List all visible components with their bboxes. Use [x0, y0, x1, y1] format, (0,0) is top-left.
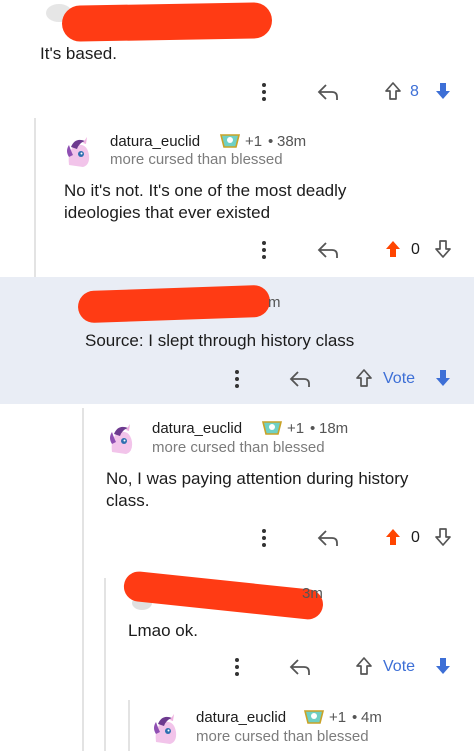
downvote-icon[interactable] — [432, 237, 454, 261]
comment-body-line-2: class. — [106, 491, 150, 510]
more-vertical-icon[interactable] — [256, 80, 272, 104]
meta-separator: • — [268, 133, 274, 150]
vote-count: 8 — [410, 83, 419, 100]
comment-username[interactable]: datura_euclid — [196, 709, 286, 726]
award-flair-icon — [219, 131, 241, 151]
reply-icon[interactable] — [316, 238, 340, 262]
comment-body-line-1: No, I was paying attention during histor… — [106, 469, 409, 488]
reply-icon[interactable] — [288, 655, 312, 679]
redaction-mark — [77, 284, 271, 324]
comment-karma: +1 — [245, 133, 263, 150]
downvote-icon[interactable] — [432, 366, 454, 390]
comment-age: 18m — [319, 420, 349, 437]
reply-icon[interactable] — [288, 367, 312, 391]
vote-count: 0 — [411, 241, 420, 258]
award-flair-icon — [261, 418, 283, 438]
comment-body: Lmao ok. — [128, 621, 198, 640]
comment-karma: +1 — [329, 709, 347, 726]
more-vertical-icon[interactable] — [256, 238, 272, 262]
comment-username[interactable]: datura_euclid — [110, 133, 200, 150]
comment-body-line-2: ideologies that ever existed — [64, 203, 271, 222]
upvote-icon[interactable] — [382, 79, 404, 103]
comment-username[interactable]: datura_euclid — [152, 420, 242, 437]
thread-line-4 — [104, 578, 106, 751]
reply-icon[interactable] — [316, 526, 340, 550]
upvote-icon[interactable] — [353, 654, 375, 678]
more-vertical-icon[interactable] — [256, 526, 272, 550]
pony-avatar-icon — [63, 135, 93, 169]
upvote-icon[interactable] — [382, 237, 404, 261]
thread-line-1 — [34, 118, 36, 278]
comment-body-line-1: No it's not. It's one of the most deadly — [64, 181, 347, 200]
comment-karma: +1 — [287, 420, 305, 437]
downvote-icon[interactable] — [432, 79, 454, 103]
meta-separator: • — [310, 420, 316, 437]
redaction-mark — [122, 570, 325, 621]
upvote-icon[interactable] — [382, 525, 404, 549]
comment-age: 38m — [277, 133, 307, 150]
vote-label: Vote — [383, 370, 416, 387]
user-flair: more cursed than blessed — [152, 439, 325, 456]
user-flair: more cursed than blessed — [110, 151, 283, 168]
vote-label: Vote — [383, 658, 416, 675]
vote-count: 0 — [411, 529, 420, 546]
upvote-icon[interactable] — [353, 366, 375, 390]
comment-age: 4m — [361, 709, 382, 726]
pony-avatar-icon — [106, 422, 136, 456]
comment-body: Source: I slept through history class — [85, 331, 355, 350]
user-flair: more cursed than blessed — [196, 728, 369, 745]
more-vertical-icon[interactable] — [229, 655, 245, 679]
thread-line-3 — [82, 408, 84, 751]
more-vertical-icon[interactable] — [229, 367, 245, 391]
award-flair-icon — [303, 707, 325, 727]
downvote-icon[interactable] — [432, 654, 454, 678]
reply-icon[interactable] — [316, 80, 340, 104]
redaction-mark — [61, 2, 273, 42]
thread-line-5 — [128, 700, 130, 751]
downvote-icon[interactable] — [432, 525, 454, 549]
comment-age-fragment: 3m — [302, 585, 323, 602]
meta-separator: • — [352, 709, 358, 726]
comment-body: It's based. — [40, 44, 117, 63]
comment-age-fragment: m — [268, 294, 281, 311]
pony-avatar-icon — [150, 712, 180, 746]
